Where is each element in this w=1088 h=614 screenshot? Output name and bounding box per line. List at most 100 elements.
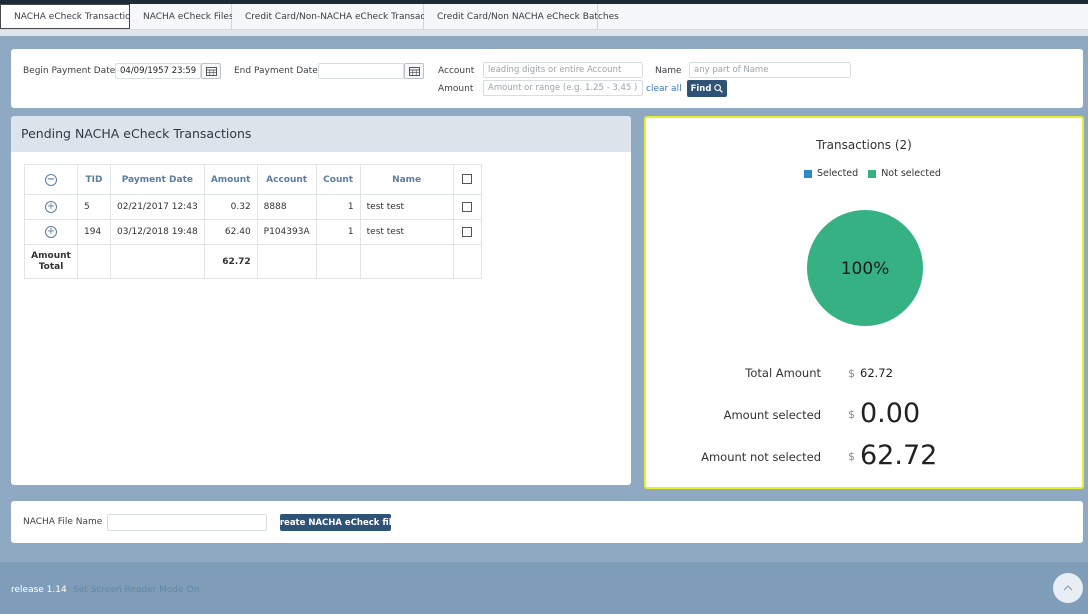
amount-label: Amount <box>438 84 474 94</box>
nacha-file-panel: NACHA File Name Create NACHA eCheck file <box>11 501 1083 543</box>
empty-cell <box>315 244 361 279</box>
cell-amount: 62.40 <box>203 219 258 245</box>
screen-reader-mode-link[interactable]: Set Screen Reader Mode On <box>73 585 199 595</box>
column-header-payment-date[interactable]: Payment Date <box>110 164 205 195</box>
amount-not-selected-label: Amount not selected <box>701 450 821 464</box>
total-label-line-1: Amount <box>31 250 71 261</box>
filter-panel: Begin Payment Date 04/09/1957 23:59 End … <box>11 49 1083 108</box>
legend-swatch-selected <box>804 169 812 178</box>
cell-name: test test <box>359 194 454 220</box>
nacha-file-name-label: NACHA File Name <box>23 517 103 527</box>
tab-credit-card-batches[interactable]: Credit Card/Non NACHA eCheck Batches <box>424 4 619 29</box>
empty-cell <box>359 244 454 279</box>
currency-symbol: $ <box>848 408 855 421</box>
pending-transactions-panel: Pending NACHA eCheck Transactions − TID … <box>11 116 631 485</box>
total-amount-value: 62.72 <box>860 366 893 380</box>
calendar-icon <box>408 66 420 76</box>
chevron-up-icon <box>1063 585 1073 591</box>
cell-name: test test <box>359 219 454 245</box>
scroll-to-top-button[interactable] <box>1053 573 1083 603</box>
expand-row-button[interactable]: + <box>24 219 78 245</box>
transactions-table: − TID Payment Date Amount Account Count … <box>24 164 482 279</box>
legend-label-not-selected: Not selected <box>881 168 941 179</box>
end-date-label: End Payment Date <box>234 66 318 76</box>
empty-cell <box>77 244 111 279</box>
empty-cell <box>256 244 317 279</box>
cell-amount: 0.32 <box>203 194 258 220</box>
checkbox <box>462 201 473 212</box>
pending-panel-header: Pending NACHA eCheck Transactions <box>11 116 631 152</box>
cell-account: P104393A <box>256 219 317 245</box>
transactions-summary-panel: Transactions (2) Selected Not selected 1… <box>644 116 1084 489</box>
select-all-checkbox[interactable] <box>452 164 482 195</box>
minus-circle-icon: − <box>45 173 57 186</box>
cell-count: 1 <box>315 219 361 245</box>
cell-tid: 194 <box>77 219 111 245</box>
create-nacha-file-button[interactable]: Create NACHA eCheck file <box>274 514 397 531</box>
table-total-row: Amount Total 62.72 <box>24 244 482 279</box>
pie-legend: Selected Not selected <box>804 168 941 179</box>
cell-payment-date: 03/12/2018 19:48 <box>110 219 205 245</box>
checkbox <box>462 226 473 237</box>
tab-bar: NACHA eCheck Transactions NACHA eCheck F… <box>0 4 1088 30</box>
amount-selected-label: Amount selected <box>723 408 821 422</box>
collapse-all-button[interactable]: − <box>24 164 78 195</box>
legend-swatch-not-selected <box>868 169 877 178</box>
account-label: Account <box>438 66 475 76</box>
column-header-amount[interactable]: Amount <box>203 164 258 195</box>
empty-cell <box>452 244 482 279</box>
tab-label: NACHA eCheck Transactions <box>14 11 142 22</box>
nacha-file-name-input[interactable] <box>107 514 267 531</box>
account-input[interactable]: leading digits or entire Account <box>483 62 643 78</box>
empty-cell <box>110 244 205 279</box>
find-button-label: Find <box>690 83 712 94</box>
tab-underbar <box>0 30 1088 36</box>
total-amount-label: Total Amount <box>745 366 821 380</box>
amount-not-selected-value: 62.72 <box>860 440 938 471</box>
clear-all-link[interactable]: clear all <box>646 84 682 94</box>
name-input[interactable]: any part of Name <box>689 62 851 78</box>
total-row-label: Amount Total <box>24 244 78 279</box>
tab-label: Credit Card/Non NACHA eCheck Batches <box>437 11 619 22</box>
release-version: release 1.14 <box>11 585 67 595</box>
pending-panel-title: Pending NACHA eCheck Transactions <box>21 126 252 141</box>
begin-date-calendar-button[interactable] <box>201 63 221 79</box>
table-row: + 5 02/21/2017 12:43 0.32 8888 1 test te… <box>24 194 482 220</box>
search-icon <box>714 84 724 93</box>
cell-payment-date: 02/21/2017 12:43 <box>110 194 205 220</box>
tab-nacha-echeck-files[interactable]: NACHA eCheck Files <box>130 4 234 29</box>
selection-pie-chart: 100% <box>807 210 923 326</box>
amount-input[interactable]: Amount or range (e.g. 1.25 - 3.45 ) <box>483 80 643 96</box>
pie-percent-label: 100% <box>841 259 890 279</box>
amount-selected-value: 0.00 <box>860 398 921 429</box>
column-header-name[interactable]: Name <box>359 164 454 195</box>
total-label-line-2: Total <box>38 261 64 272</box>
calendar-icon <box>205 66 217 76</box>
row-select-checkbox[interactable] <box>452 219 482 245</box>
plus-circle-icon: + <box>45 201 57 213</box>
row-select-checkbox[interactable] <box>452 194 482 220</box>
end-date-input[interactable] <box>318 63 404 79</box>
column-header-count[interactable]: Count <box>315 164 361 195</box>
table-row: + 194 03/12/2018 19:48 62.40 P104393A 1 … <box>24 219 482 245</box>
legend-label-selected: Selected <box>817 168 859 179</box>
summary-title: Transactions (2) <box>816 138 912 152</box>
tab-label: Credit Card/Non-NACHA eCheck Transaction… <box>245 11 448 22</box>
tab-nacha-echeck-transactions[interactable]: NACHA eCheck Transactions <box>0 4 141 29</box>
cell-count: 1 <box>315 194 361 220</box>
currency-symbol: $ <box>848 450 855 463</box>
column-header-account[interactable]: Account <box>256 164 317 195</box>
end-date-calendar-button[interactable] <box>404 63 424 79</box>
tab-credit-card-transactions[interactable]: Credit Card/Non-NACHA eCheck Transaction… <box>232 4 447 29</box>
tab-label: NACHA eCheck Files <box>143 11 234 22</box>
column-header-tid[interactable]: TID <box>77 164 111 195</box>
cell-tid: 5 <box>77 194 111 220</box>
currency-symbol: $ <box>848 367 855 380</box>
find-button[interactable]: Find <box>687 80 727 97</box>
begin-date-input[interactable]: 04/09/1957 23:59 <box>115 63 201 79</box>
expand-row-button[interactable]: + <box>24 194 78 220</box>
footer: release 1.14 Set Screen Reader Mode On <box>0 562 1088 614</box>
begin-date-label: Begin Payment Date <box>23 66 116 76</box>
total-amount-cell: 62.72 <box>203 244 258 279</box>
table-header-row: − TID Payment Date Amount Account Count … <box>24 164 482 195</box>
